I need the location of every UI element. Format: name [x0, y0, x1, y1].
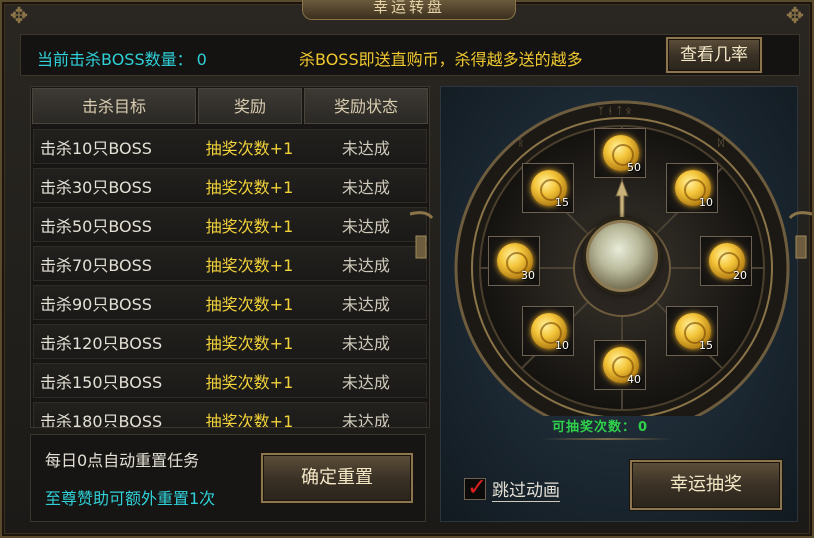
- prize-amount: 40: [627, 373, 641, 386]
- checkmark-icon: ✓: [467, 473, 488, 501]
- promo-text: 杀BOSS即送直购币，杀得越多送的越多: [299, 50, 583, 69]
- task-reward: 抽奖次数+1: [205, 177, 294, 197]
- table-row: 击杀50只BOSS 抽奖次数+1 未达成: [33, 207, 427, 242]
- task-table: 击杀目标 奖励 奖励状态 击杀10只BOSS 抽奖次数+1 未达成 击杀30只B…: [30, 86, 430, 428]
- prize-slot: 50: [594, 128, 646, 178]
- prize-slot: 30: [488, 236, 540, 286]
- column-header-target: 击杀目标: [32, 88, 196, 124]
- wheel-center-orb: [586, 220, 658, 292]
- vip-reset-note: 至尊赞助可额外重置1次: [45, 489, 216, 508]
- prize-slot: 10: [522, 306, 574, 356]
- reset-panel: 每日0点自动重置任务 至尊赞助可额外重置1次 确定重置: [30, 434, 426, 522]
- task-status: 未达成: [341, 411, 390, 428]
- task-target: 击杀150只BOSS: [40, 372, 163, 392]
- draws-left-value: 0: [638, 420, 649, 435]
- skip-animation-toggle[interactable]: ✓ 跳过动画: [464, 473, 560, 502]
- task-reward: 抽奖次数+1: [205, 216, 294, 236]
- prize-slot: 15: [522, 163, 574, 213]
- column-header-reward: 奖励: [198, 88, 302, 124]
- table-row: 击杀120只BOSS 抽奖次数+1 未达成: [33, 324, 427, 359]
- table-row: 击杀150只BOSS 抽奖次数+1 未达成: [33, 363, 427, 398]
- skip-animation-label[interactable]: 跳过动画: [492, 476, 560, 502]
- task-reward: 抽奖次数+1: [205, 372, 294, 392]
- svg-text:ᛉ ᚾ ᛏ ᛟ: ᛉ ᚾ ᛏ ᛟ: [598, 106, 632, 117]
- lantern-ornament-icon: [406, 208, 436, 268]
- corner-ornament-icon: ✥: [9, 4, 29, 29]
- table-row: 击杀70只BOSS 抽奖次数+1 未达成: [33, 246, 427, 281]
- lucky-draw-button[interactable]: 幸运抽奖: [630, 460, 782, 510]
- prize-amount: 10: [555, 339, 569, 352]
- table-row: 击杀90只BOSS 抽奖次数+1 未达成: [33, 285, 427, 320]
- skip-animation-checkbox[interactable]: ✓: [464, 473, 487, 501]
- table-row: 击杀10只BOSS 抽奖次数+1 未达成: [33, 129, 427, 164]
- prize-amount: 15: [699, 339, 713, 352]
- task-reward: 抽奖次数+1: [205, 333, 294, 353]
- draws-left: 可抽奖次数： 0: [552, 416, 648, 435]
- task-target: 击杀10只BOSS: [40, 138, 152, 158]
- task-target: 击杀70只BOSS: [40, 255, 152, 275]
- lucky-wheel-window: 幸运转盘 ✥ ✥ 当前击杀BOSS数量： 0 杀BOSS即送直购币，杀得越多送的越…: [0, 0, 814, 538]
- table-row: 击杀30只BOSS 抽奖次数+1 未达成: [33, 168, 427, 203]
- task-status: 未达成: [341, 177, 390, 197]
- kill-count-value: 0: [196, 50, 207, 69]
- svg-text:ᛞ: ᛞ: [718, 138, 724, 149]
- prize-slot: 15: [666, 306, 718, 356]
- task-status: 未达成: [341, 372, 390, 392]
- prize-amount: 10: [699, 196, 713, 209]
- task-target: 击杀30只BOSS: [40, 177, 152, 197]
- lantern-ornament-icon: [786, 208, 814, 268]
- svg-text:ᚱ: ᚱ: [518, 138, 524, 149]
- confirm-reset-button[interactable]: 确定重置: [261, 453, 413, 503]
- task-status: 未达成: [341, 138, 390, 158]
- prize-amount: 30: [521, 269, 535, 282]
- task-reward: 抽奖次数+1: [205, 294, 294, 314]
- daily-reset-note: 每日0点自动重置任务: [45, 451, 200, 470]
- task-status: 未达成: [341, 333, 390, 353]
- task-reward: 抽奖次数+1: [205, 255, 294, 275]
- task-target: 击杀180只BOSS: [40, 411, 163, 428]
- top-info-bar: 当前击杀BOSS数量： 0 杀BOSS即送直购币，杀得越多送的越多 查看几率: [20, 34, 800, 76]
- task-reward: 抽奖次数+1: [205, 411, 294, 428]
- wheel-pointer-icon: [615, 180, 629, 224]
- task-target: 击杀90只BOSS: [40, 294, 152, 314]
- task-table-header: 击杀目标 奖励 奖励状态: [31, 87, 429, 125]
- prize-amount: 15: [555, 196, 569, 209]
- kill-count: 当前击杀BOSS数量： 0: [37, 46, 207, 70]
- task-target: 击杀50只BOSS: [40, 216, 152, 236]
- prize-slot: 40: [594, 340, 646, 390]
- task-reward: 抽奖次数+1: [205, 138, 294, 158]
- window-title: 幸运转盘: [302, 0, 516, 20]
- prize-amount: 20: [733, 269, 747, 282]
- prize-amount: 50: [627, 161, 641, 174]
- prize-slot: 10: [666, 163, 718, 213]
- task-target: 击杀120只BOSS: [40, 333, 163, 353]
- draws-left-label: 可抽奖次数：: [552, 420, 637, 435]
- divider: [542, 438, 672, 440]
- kill-count-label: 当前击杀BOSS数量：: [37, 50, 193, 69]
- table-row: 击杀180只BOSS 抽奖次数+1 未达成: [33, 402, 427, 428]
- column-header-status: 奖励状态: [304, 88, 428, 124]
- view-odds-button[interactable]: 查看几率: [666, 37, 762, 73]
- corner-ornament-icon: ✥: [785, 4, 805, 29]
- task-status: 未达成: [341, 294, 390, 314]
- prize-slot: 20: [700, 236, 752, 286]
